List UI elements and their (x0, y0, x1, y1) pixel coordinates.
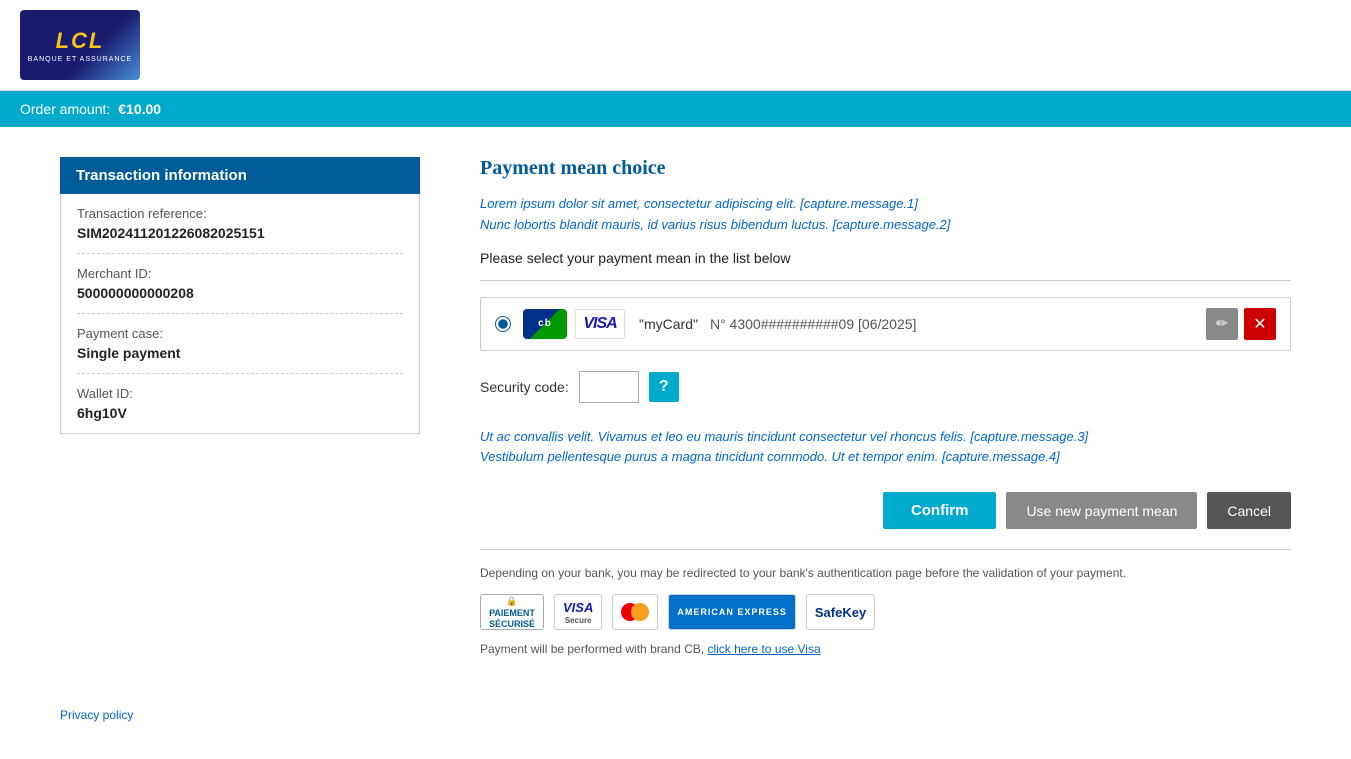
header: LCL BANQUE ET ASSURANCE (0, 0, 1351, 91)
edit-card-button[interactable]: ✏ (1206, 308, 1238, 340)
logo-text: LCL (56, 28, 105, 54)
wallet-id-label: Wallet ID: (77, 386, 403, 401)
merchant-id-label: Merchant ID: (77, 266, 403, 281)
security-code-label: Security code: (480, 379, 569, 395)
cancel-button[interactable]: Cancel (1207, 492, 1291, 529)
logo-sub: BANQUE ET ASSURANCE (28, 56, 132, 63)
security-code-row: Security code: ? (480, 371, 1291, 403)
security-code-help-button[interactable]: ? (649, 372, 679, 402)
content-area: Payment mean choice Lorem ipsum dolor si… (480, 157, 1291, 656)
action-buttons: Confirm Use new payment mean Cancel (480, 492, 1291, 529)
use-visa-link[interactable]: click here to use Visa (707, 642, 820, 656)
capture-message-34: Ut ac convallis velit. Vivamus et leo eu… (480, 427, 1291, 469)
security-code-input[interactable] (579, 371, 639, 403)
order-amount: €10.00 (118, 101, 161, 117)
info-message-1: Lorem ipsum dolor sit amet, consectetur … (480, 194, 1291, 236)
sidebar-body: Transaction reference: SIM20241120122608… (60, 194, 420, 434)
card-number: N° 4300##########09 [06/2025] (710, 316, 1206, 332)
paiement-securise-badge: 🔒 PAIEMENT SÉCURISÉ (480, 594, 544, 630)
transaction-reference-label: Transaction reference: (77, 206, 403, 221)
select-prompt: Please select your payment mean in the l… (480, 250, 1291, 266)
security-logos: 🔒 PAIEMENT SÉCURISÉ VISA Secure AMERICAN… (480, 594, 1291, 630)
footer: Privacy policy (0, 696, 1351, 732)
amex-badge: AMERICAN EXPRESS (668, 594, 796, 630)
sidebar-title: Transaction information (60, 157, 420, 194)
privacy-policy-link[interactable]: Privacy policy (60, 708, 133, 722)
wallet-id-value: 6hg10V (77, 405, 403, 421)
payment-case-label: Payment case: (77, 326, 403, 341)
payment-radio[interactable] (495, 316, 511, 332)
payment-case-row: Payment case: Single payment (77, 314, 403, 374)
safekey-badge: SafeKey (806, 594, 875, 630)
visa-logo-icon: VISA (575, 309, 625, 339)
divider-top (480, 280, 1291, 281)
new-payment-button[interactable]: Use new payment mean (1006, 492, 1197, 529)
brand-note: Payment will be performed with brand CB,… (480, 642, 1291, 656)
payment-case-value: Single payment (77, 345, 403, 361)
visa-secure-badge: VISA Secure (554, 594, 602, 630)
mastercard-badge (612, 594, 658, 630)
divider-bottom (480, 549, 1291, 550)
cb-logo-icon: cb (523, 309, 567, 339)
page-title: Payment mean choice (480, 157, 1291, 180)
transaction-reference-value: SIM202411201226082025151 (77, 225, 403, 241)
logo: LCL BANQUE ET ASSURANCE (20, 10, 140, 80)
question-mark-icon: ? (659, 378, 669, 396)
main-layout: Transaction information Transaction refe… (0, 127, 1351, 686)
card-actions: ✏ ✕ (1206, 308, 1276, 340)
redirect-note: Depending on your bank, you may be redir… (480, 564, 1291, 582)
wallet-id-row: Wallet ID: 6hg10V (77, 374, 403, 433)
order-bar: Order amount: €10.00 (0, 91, 1351, 127)
merchant-id-value: 500000000000208 (77, 285, 403, 301)
merchant-id-row: Merchant ID: 500000000000208 (77, 254, 403, 314)
order-label: Order amount: (20, 101, 110, 117)
delete-card-button[interactable]: ✕ (1244, 308, 1276, 340)
confirm-button[interactable]: Confirm (883, 492, 997, 529)
payment-card-row: cb VISA "myCard" N° 4300##########09 [06… (480, 297, 1291, 351)
card-name: "myCard" (639, 316, 698, 332)
mastercard-logo-icon (621, 603, 649, 621)
transaction-reference-row: Transaction reference: SIM20241120122608… (77, 194, 403, 254)
sidebar: Transaction information Transaction refe… (60, 157, 420, 434)
